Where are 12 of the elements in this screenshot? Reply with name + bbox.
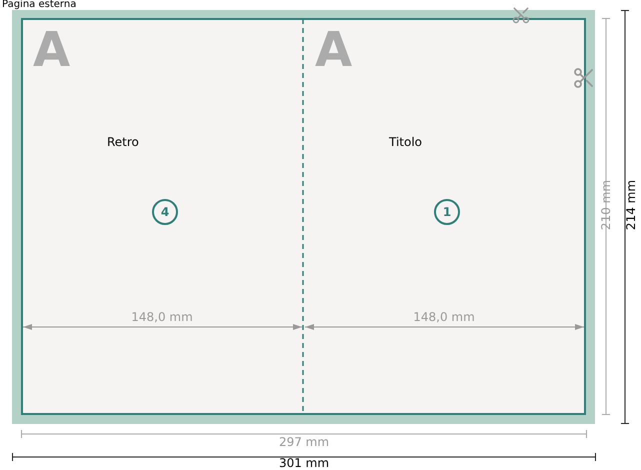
panel-letter: A [33,24,70,76]
dimension-label: 148,0 mm [412,310,476,324]
page-number: 4 [152,199,178,225]
trim-width-label: 297 mm [278,435,330,449]
bleed-width-label: 301 mm [278,456,330,470]
panel-label: Titolo [389,134,422,150]
panel-label: Retro [107,134,139,150]
page-number: 1 [434,199,460,225]
panel-letter: A [315,24,352,76]
dimension-label: 148,0 mm [130,310,194,324]
trim-height-label: 210 mm [599,178,613,232]
bleed-height-label: 214 mm [624,179,638,231]
